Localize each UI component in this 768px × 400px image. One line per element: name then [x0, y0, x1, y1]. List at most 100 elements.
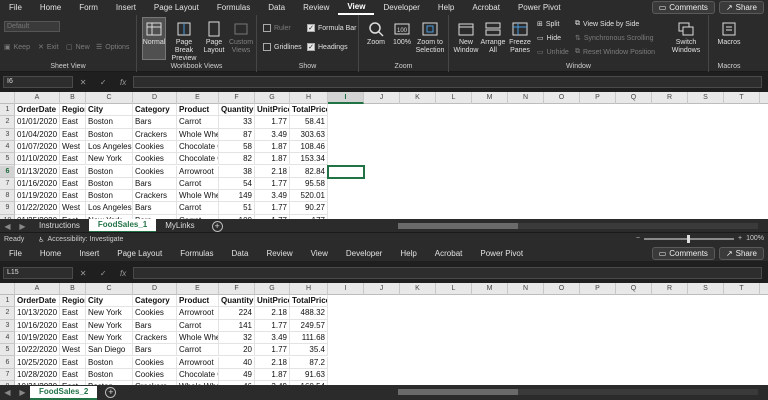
data-cell[interactable]: 141: [219, 319, 255, 332]
header-cell[interactable]: TotalPrice: [290, 295, 328, 308]
zoom-level[interactable]: 100%: [746, 235, 764, 242]
menu2-insert[interactable]: Insert: [70, 246, 108, 261]
menu-page-layout[interactable]: Page Layout: [145, 0, 208, 15]
column-header-e[interactable]: E: [177, 92, 219, 104]
header-cell[interactable]: UnitPrice: [255, 295, 290, 308]
row-header-6[interactable]: 6: [0, 357, 15, 369]
column-header-i[interactable]: I: [328, 92, 364, 104]
row-header-5[interactable]: 5: [0, 344, 15, 357]
enter-icon[interactable]: ✓: [100, 78, 107, 87]
hide-button[interactable]: ▭ Hide: [537, 34, 561, 43]
data-cell[interactable]: 82: [219, 153, 255, 166]
column-header-f[interactable]: F: [219, 92, 255, 104]
data-cell[interactable]: New York: [86, 319, 133, 332]
menu-insert[interactable]: Insert: [107, 0, 145, 15]
menu-form[interactable]: Form: [70, 0, 107, 15]
menu-help[interactable]: Help: [429, 0, 463, 15]
data-cell[interactable]: 01/16/2020: [15, 177, 60, 191]
column-header-d[interactable]: D: [133, 283, 177, 295]
data-cell[interactable]: Cookies: [133, 140, 177, 154]
column-header-k[interactable]: K: [400, 92, 436, 104]
data-cell[interactable]: 10/19/2020: [15, 331, 60, 345]
menu2-acrobat[interactable]: Acrobat: [426, 246, 472, 261]
formula-input-1[interactable]: [133, 76, 762, 88]
menu2-home[interactable]: Home: [31, 246, 70, 261]
data-cell[interactable]: East: [60, 153, 86, 166]
data-cell[interactable]: West: [60, 202, 86, 215]
data-cell[interactable]: 1.77: [255, 177, 290, 191]
sheet-tab-foodsales-2[interactable]: FoodSales_2: [30, 385, 98, 400]
data-cell[interactable]: 3.49: [255, 331, 290, 345]
data-cell[interactable]: 10/13/2020: [15, 307, 60, 320]
sheet-tab-foodsales-1[interactable]: FoodSales_1: [88, 219, 157, 233]
column-header-p[interactable]: P: [580, 283, 616, 295]
data-cell[interactable]: 224: [219, 307, 255, 320]
scrollbar-thumb[interactable]: [398, 389, 518, 395]
menu-review[interactable]: Review: [294, 0, 338, 15]
data-cell[interactable]: Crackers: [133, 331, 177, 345]
menu2-power-pivot[interactable]: Power Pivot: [471, 246, 532, 261]
row-header-3[interactable]: 3: [0, 320, 15, 332]
page-layout-button[interactable]: Page Layout: [201, 21, 227, 55]
data-cell[interactable]: 1.77: [255, 116, 290, 129]
unhide-button[interactable]: ▭ Unhide: [537, 48, 569, 57]
row-header-2[interactable]: 2: [0, 116, 15, 129]
data-cell[interactable]: 3.49: [255, 190, 290, 203]
row-header-6[interactable]: 6: [0, 165, 15, 178]
data-cell[interactable]: San Diego: [86, 344, 133, 357]
data-cell[interactable]: Boston: [86, 165, 133, 178]
column-header-q[interactable]: Q: [616, 92, 652, 104]
zoom-to-selection-button[interactable]: Zoom to Selection: [414, 21, 446, 55]
data-cell[interactable]: 01/07/2020: [15, 140, 60, 154]
column-header-j[interactable]: J: [364, 283, 400, 295]
column-header-s[interactable]: S: [688, 92, 724, 104]
cancel-icon[interactable]: ✕: [80, 269, 87, 278]
data-cell[interactable]: Carrot: [177, 116, 219, 129]
column-header-n[interactable]: N: [508, 283, 544, 295]
data-cell[interactable]: 40: [219, 356, 255, 369]
menu2-formulas[interactable]: Formulas: [171, 246, 222, 261]
column-header-t[interactable]: T: [724, 283, 760, 295]
data-cell[interactable]: Chocolate Chip: [177, 140, 219, 154]
data-cell[interactable]: Los Angeles: [86, 140, 133, 154]
data-cell[interactable]: Crackers: [133, 190, 177, 203]
reset-window-position-button[interactable]: ⧉ Reset Window Position: [575, 48, 655, 56]
data-cell[interactable]: 1.87: [255, 140, 290, 154]
next-sheet-icon[interactable]: ▶: [19, 388, 25, 397]
data-cell[interactable]: 20: [219, 344, 255, 357]
menu-view[interactable]: View: [338, 0, 375, 15]
data-cell[interactable]: 108.46: [290, 140, 328, 154]
data-cell[interactable]: 2.18: [255, 165, 290, 178]
headings-checkbox[interactable]: ✓ Headings: [307, 43, 348, 51]
normal-view-button[interactable]: Normal: [142, 21, 166, 47]
data-cell[interactable]: 01/01/2020: [15, 116, 60, 129]
data-cell[interactable]: 1.87: [255, 153, 290, 166]
menu2-help[interactable]: Help: [391, 246, 425, 261]
data-cell[interactable]: 51: [219, 202, 255, 215]
zoom-slider[interactable]: [644, 234, 734, 243]
split-button[interactable]: ⊞ Split: [537, 20, 560, 29]
data-cell[interactable]: 1.77: [255, 344, 290, 357]
header-cell[interactable]: TotalPrice: [290, 104, 328, 117]
formula-bar-checkbox[interactable]: ✓ Formula Bar: [307, 24, 357, 32]
data-cell[interactable]: East: [60, 368, 86, 382]
data-cell[interactable]: Cookies: [133, 356, 177, 369]
column-header-b[interactable]: B: [60, 283, 86, 295]
data-cell[interactable]: East: [60, 356, 86, 369]
row-header-3[interactable]: 3: [0, 129, 15, 141]
zoom-knob[interactable]: [687, 234, 690, 243]
data-cell[interactable]: 58: [219, 140, 255, 154]
data-cell[interactable]: 35.4: [290, 344, 328, 357]
custom-views-button[interactable]: Custom Views: [228, 21, 254, 55]
data-cell[interactable]: 01/13/2020: [15, 165, 60, 178]
menu2-page-layout[interactable]: Page Layout: [108, 246, 171, 261]
row-header-1[interactable]: 1: [0, 295, 15, 308]
data-cell[interactable]: Whole Wheat: [177, 128, 219, 141]
data-cell[interactable]: Boston: [86, 128, 133, 141]
header-cell[interactable]: OrderDate: [15, 104, 60, 117]
menu-developer[interactable]: Developer: [374, 0, 428, 15]
data-cell[interactable]: New York: [86, 331, 133, 345]
data-cell[interactable]: 58.41: [290, 116, 328, 129]
data-cell[interactable]: Boston: [86, 116, 133, 129]
row-header-4[interactable]: 4: [0, 141, 15, 154]
